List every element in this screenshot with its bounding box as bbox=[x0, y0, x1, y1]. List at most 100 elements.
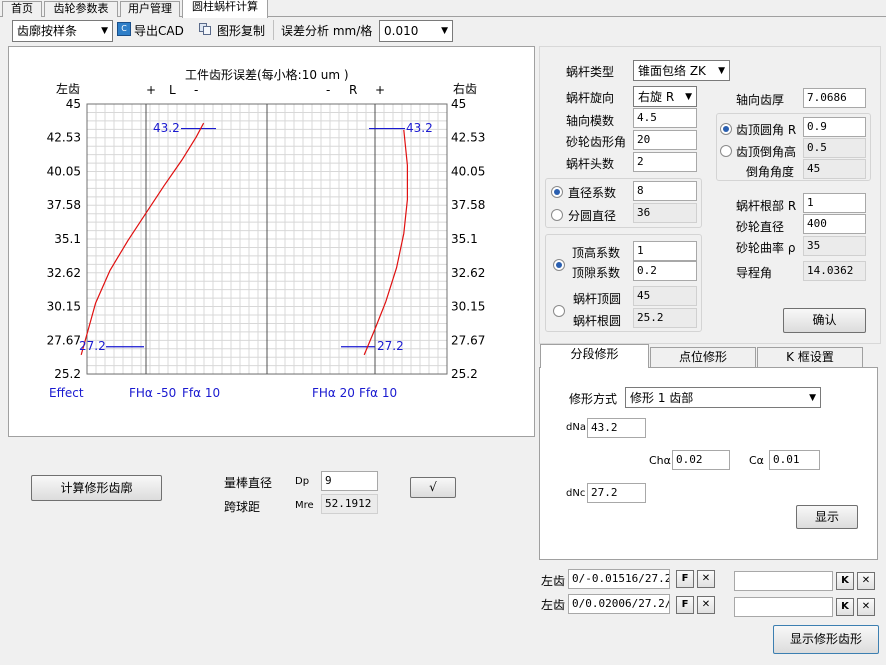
y-tick-label-right: 35.1 bbox=[451, 232, 478, 246]
addendum-radio[interactable] bbox=[553, 259, 565, 271]
show-mod-profile-button[interactable]: 显示修形齿形 bbox=[773, 625, 879, 654]
y-tick-label-right: 27.67 bbox=[451, 333, 485, 347]
export-cad-button[interactable]: 导出CAD bbox=[134, 22, 184, 39]
profile-error-chart: 45 45 42.53 42.53 40.05 40.05 37.58 37.58 35.1 35… bbox=[8, 46, 535, 437]
tip-chamfer-radio[interactable] bbox=[720, 145, 732, 157]
worm-type-select[interactable]: 锥面包络 ZK ▼ bbox=[633, 60, 730, 81]
tab-k-frame[interactable]: K 框设置 bbox=[757, 347, 863, 367]
tip-root-dia-radio[interactable] bbox=[553, 305, 565, 317]
y-tick-label-right: 42.53 bbox=[451, 131, 485, 145]
tab-worm-calc[interactable]: 圆柱蜗杆计算 bbox=[182, 0, 268, 18]
left-2-f-button[interactable]: F bbox=[676, 596, 694, 614]
pitch-dia-input: 36 bbox=[633, 203, 697, 223]
right-2-close-icon[interactable]: ✕ bbox=[857, 598, 875, 616]
mre-input: 52.1912 bbox=[321, 494, 378, 514]
root-dia-input: 25.2 bbox=[633, 308, 697, 328]
tip-round-label: 齿顶圆角 R bbox=[736, 123, 797, 137]
tab-user-management[interactable]: 用户管理 bbox=[120, 1, 180, 17]
worm-starts-input[interactable]: 2 bbox=[633, 152, 697, 172]
left-tooth-2-label: 左齿 bbox=[541, 598, 566, 612]
left-tooth-label: 左齿 bbox=[56, 82, 81, 96]
left-2-close-icon[interactable]: ✕ bbox=[697, 596, 715, 614]
axial-thickness-input[interactable]: 7.0686 bbox=[803, 88, 866, 108]
axial-module-label: 轴向模数 bbox=[566, 114, 615, 128]
tab-home[interactable]: 首页 bbox=[2, 1, 42, 17]
right-1-k-button[interactable]: K bbox=[836, 572, 854, 590]
dp-input[interactable]: 9 bbox=[321, 471, 378, 491]
wheel-dia-input[interactable]: 400 bbox=[803, 214, 866, 234]
right-tooth-1-input[interactable] bbox=[734, 571, 833, 591]
dia-factor-input[interactable]: 8 bbox=[633, 181, 697, 201]
tip-chamfer-label: 齿顶倒角高 bbox=[736, 145, 797, 159]
chevron-down-icon: ▼ bbox=[718, 66, 725, 76]
root-r-label: 蜗杆根部 R bbox=[736, 199, 797, 213]
right-fh-label: FHα 20 bbox=[312, 386, 355, 400]
y-tick-label-left: 35.1 bbox=[54, 232, 81, 246]
tab-segment-mod[interactable]: 分段修形 bbox=[540, 344, 649, 368]
profile-select[interactable]: 齿廓按样条 ▼ bbox=[12, 20, 113, 42]
left-tooth-2-input[interactable]: 0/0.02006/27.2/3 bbox=[568, 594, 670, 614]
y-tick-label-right: 30.15 bbox=[451, 300, 485, 314]
left-ff-label: Ffα 10 bbox=[182, 386, 221, 400]
dna-input[interactable]: 43.2 bbox=[587, 418, 646, 438]
y-tick-label-right: 32.62 bbox=[451, 266, 485, 280]
wheel-angle-input[interactable]: 20 bbox=[633, 130, 697, 150]
lead-angle-input: 14.0362 bbox=[803, 261, 866, 281]
tip-round-input[interactable]: 0.9 bbox=[803, 117, 866, 137]
left-top-marker: 43.2 bbox=[153, 121, 180, 135]
mod-method-label: 修形方式 bbox=[569, 392, 618, 406]
cad-icon[interactable]: C bbox=[117, 22, 131, 36]
y-tick-label-right: 37.58 bbox=[451, 198, 485, 212]
root-r-input[interactable]: 1 bbox=[803, 193, 866, 213]
right-1-close-icon[interactable]: ✕ bbox=[857, 572, 875, 590]
y-tick-label-right: 45 bbox=[451, 97, 466, 111]
left-fh-label: FHα -50 bbox=[129, 386, 177, 400]
error-analysis-label: 误差分析 mm/格 bbox=[281, 24, 373, 38]
right-plus-sign: + bbox=[375, 83, 386, 97]
pitch-dia-label: 分圆直径 bbox=[568, 209, 617, 223]
right-profile-curve bbox=[363, 129, 408, 356]
mod-method-select[interactable]: 修形 1 齿部 ▼ bbox=[625, 387, 821, 408]
check-button[interactable]: √ bbox=[410, 477, 456, 498]
mod-show-button[interactable]: 显示 bbox=[796, 505, 858, 529]
y-tick-label-left: 42.53 bbox=[47, 131, 81, 145]
lead-angle-label: 导程角 bbox=[736, 266, 773, 280]
copy-figure-button[interactable]: 图形复制 bbox=[217, 22, 265, 39]
right-2-k-button[interactable]: K bbox=[836, 598, 854, 616]
left-1-f-button[interactable]: F bbox=[676, 570, 694, 588]
right-top-marker: 43.2 bbox=[406, 121, 433, 135]
right-tooth-2-input[interactable] bbox=[734, 597, 833, 617]
confirm-button[interactable]: 确认 bbox=[783, 308, 866, 333]
left-1-close-icon[interactable]: ✕ bbox=[697, 570, 715, 588]
copy-icon[interactable] bbox=[199, 23, 212, 35]
chart-grid bbox=[86, 103, 448, 375]
ch-input[interactable]: 0.02 bbox=[672, 450, 730, 470]
dia-factor-radio[interactable] bbox=[551, 186, 563, 198]
y-tick-label-left: 37.58 bbox=[47, 198, 81, 212]
worm-hand-select[interactable]: 右旋 R ▼ bbox=[633, 86, 697, 107]
axial-module-input[interactable]: 4.5 bbox=[633, 108, 697, 128]
chart-title: 工件齿形误差(每小格:10 um ) bbox=[185, 68, 349, 82]
tab-point-mod[interactable]: 点位修形 bbox=[650, 347, 756, 367]
chevron-down-icon: ▼ bbox=[809, 393, 816, 403]
tip-round-radio[interactable] bbox=[720, 123, 732, 135]
chevron-down-icon: ▼ bbox=[101, 26, 108, 36]
error-scale-select[interactable]: 0.010 ▼ bbox=[379, 20, 453, 42]
wheel-curv-label: 砂轮曲率 ρ bbox=[736, 241, 796, 255]
clearance-input[interactable]: 0.2 bbox=[633, 261, 697, 281]
addendum-input[interactable]: 1 bbox=[633, 241, 697, 261]
chamfer-angle-label: 倒角角度 bbox=[746, 165, 795, 179]
y-tick-label-right: 25.2 bbox=[451, 367, 478, 381]
dnc-input[interactable]: 27.2 bbox=[587, 483, 646, 503]
tab-gear-params[interactable]: 齿轮参数表 bbox=[44, 1, 118, 17]
chart-canvas: 45 45 42.53 42.53 40.05 40.05 37.58 37.58 35.1 35… bbox=[47, 97, 486, 381]
dia-factor-label: 直径系数 bbox=[568, 186, 617, 200]
calc-mod-profile-button[interactable]: 计算修形齿廓 bbox=[31, 475, 162, 501]
left-tooth-1-input[interactable]: 0/-0.01516/27.2/ bbox=[568, 569, 670, 589]
y-tick-label-right: 40.05 bbox=[451, 165, 485, 179]
pitch-dia-radio[interactable] bbox=[551, 209, 563, 221]
worm-type-value: 锥面包络 ZK bbox=[638, 64, 706, 78]
toolbar-divider bbox=[273, 20, 274, 40]
c-input[interactable]: 0.01 bbox=[769, 450, 820, 470]
root-dia-label: 蜗杆根圆 bbox=[573, 314, 622, 328]
